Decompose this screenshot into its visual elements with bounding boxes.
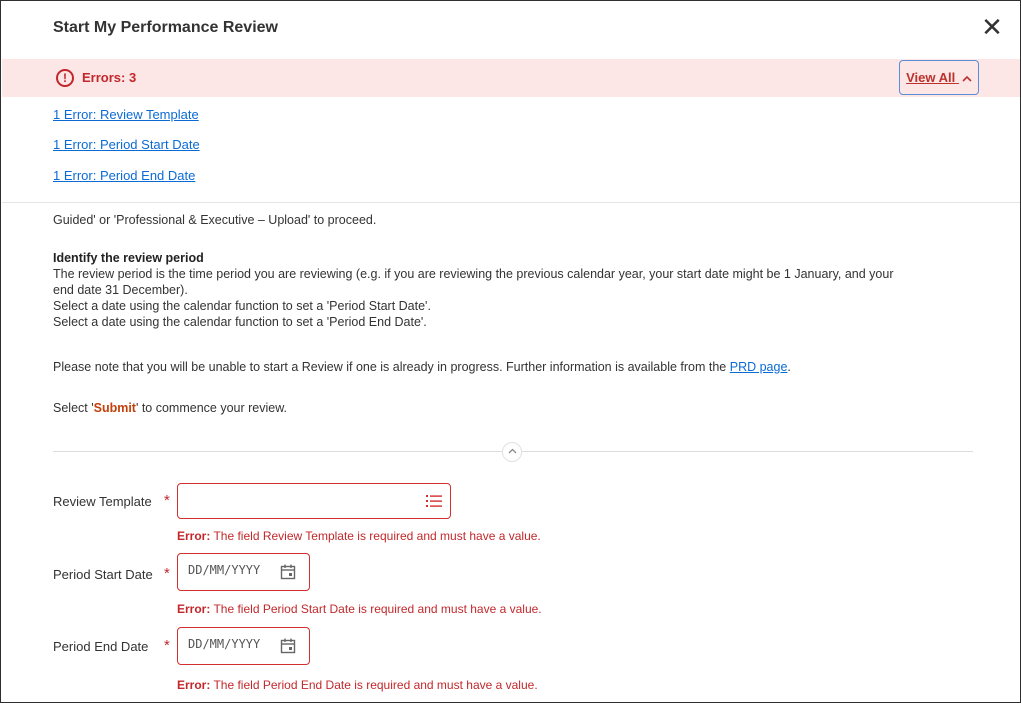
date-placeholder: DD/MM/YYYY bbox=[188, 637, 261, 651]
review-period-heading: Identify the review period bbox=[53, 251, 204, 265]
collapse-chevron-icon[interactable] bbox=[502, 442, 522, 462]
period-end-date-input[interactable]: DD/MM/YYYY bbox=[177, 627, 310, 665]
template-instruction-tail: Guided' or 'Professional & Executive – U… bbox=[53, 213, 377, 227]
period-end-date-label: Period End Date bbox=[53, 639, 149, 654]
end-date-instruction: Select a date using the calendar functio… bbox=[53, 315, 427, 329]
period-start-date-label: Period Start Date bbox=[53, 567, 153, 582]
in-progress-note: Please note that you will be unable to s… bbox=[53, 359, 791, 375]
close-icon[interactable]: ✕ bbox=[979, 14, 1005, 40]
period-start-date-input[interactable]: DD/MM/YYYY bbox=[177, 553, 310, 591]
error-link-period-end-date[interactable]: 1 Error: Period End Date bbox=[53, 168, 195, 183]
calendar-icon[interactable] bbox=[280, 638, 296, 654]
error-message: The field Period Start Date is required … bbox=[210, 602, 542, 616]
review-period-description-line2: end date 31 December). bbox=[53, 283, 188, 297]
error-link-review-template[interactable]: 1 Error: Review Template bbox=[53, 107, 199, 122]
dialog-title: Start My Performance Review bbox=[53, 19, 278, 36]
in-progress-note-text: Please note that you will be unable to s… bbox=[53, 360, 730, 374]
error-message: The field Review Template is required an… bbox=[210, 529, 541, 543]
in-progress-note-end: . bbox=[787, 360, 791, 374]
error-alert-icon: ! bbox=[56, 69, 74, 87]
period-end-date-error: Error: The field Period End Date is requ… bbox=[177, 678, 538, 692]
required-marker: * bbox=[164, 492, 170, 509]
calendar-icon[interactable] bbox=[280, 564, 296, 580]
review-template-input[interactable] bbox=[177, 483, 451, 519]
error-summary-banner: ! Errors: 3 View All bbox=[2, 59, 1020, 97]
review-period-description-line1: The review period is the time period you… bbox=[53, 267, 894, 281]
view-all-label: View All bbox=[906, 70, 956, 85]
review-template-label: Review Template bbox=[53, 494, 152, 509]
required-marker: * bbox=[164, 637, 170, 654]
submit-keyword: Submit bbox=[93, 401, 136, 415]
start-date-instruction: Select a date using the calendar functio… bbox=[53, 299, 431, 313]
submit-instruction-prefix: Select ' bbox=[53, 401, 94, 415]
review-template-error: Error: The field Review Template is requ… bbox=[177, 529, 541, 543]
error-prefix: Error: bbox=[177, 602, 211, 616]
performance-review-dialog: Start My Performance Review ✕ ! Errors: … bbox=[0, 0, 1021, 703]
submit-instruction-suffix: ' to commence your review. bbox=[135, 401, 288, 415]
chevron-up-icon bbox=[962, 75, 972, 82]
date-placeholder: DD/MM/YYYY bbox=[188, 563, 261, 577]
submit-instruction: Select 'Submit' to commence your review. bbox=[53, 400, 287, 416]
period-start-date-error: Error: The field Period Start Date is re… bbox=[177, 602, 542, 616]
required-marker: * bbox=[164, 565, 170, 582]
view-all-button[interactable]: View All bbox=[899, 60, 979, 95]
error-prefix: Error: bbox=[177, 678, 211, 692]
list-prompt-icon[interactable] bbox=[426, 494, 442, 508]
prd-page-link[interactable]: PRD page bbox=[730, 360, 788, 374]
error-link-period-start-date[interactable]: 1 Error: Period Start Date bbox=[53, 137, 200, 152]
error-message: The field Period End Date is required an… bbox=[210, 678, 538, 692]
error-list-divider bbox=[2, 202, 1020, 203]
error-prefix: Error: bbox=[177, 529, 211, 543]
error-count-label: Errors: 3 bbox=[82, 70, 137, 85]
